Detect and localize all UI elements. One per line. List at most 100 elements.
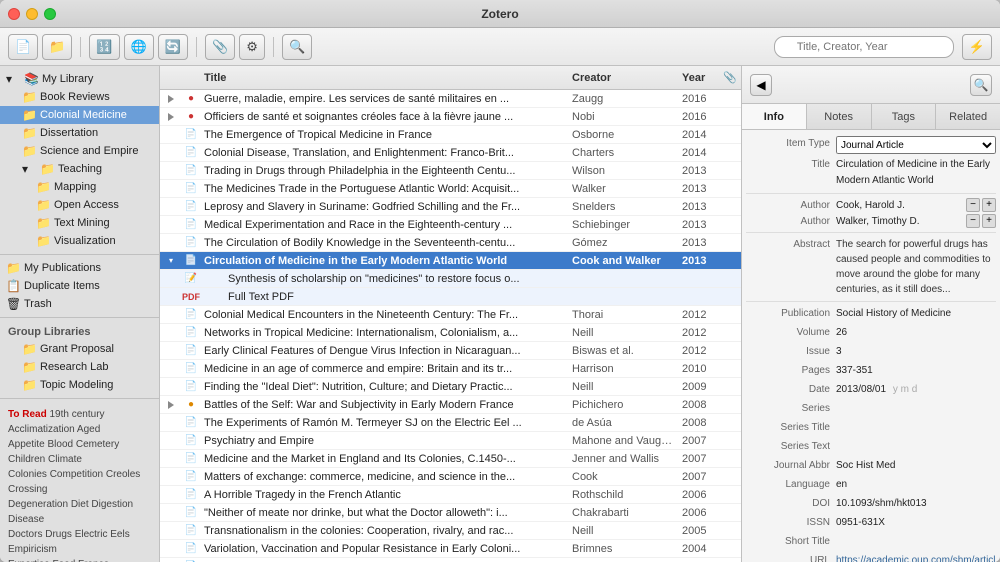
table-row[interactable]: 📄 Networks in Tropical Medicine: Interna… — [160, 324, 741, 342]
tag-digestion[interactable]: Digestion — [91, 499, 133, 510]
table-row[interactable]: 📄 Colonial Medical Encounters in the Nin… — [160, 306, 741, 324]
sidebar-item-visualization[interactable]: 📁 Visualization — [0, 232, 159, 250]
sidebar-item-grant-proposal[interactable]: 📁 Grant Proposal — [0, 340, 159, 358]
tag-disease[interactable]: Disease — [8, 514, 44, 525]
tag-diet[interactable]: Diet — [71, 499, 92, 510]
table-row[interactable]: 📄 Leprosy and Slavery in Suriname: Godfr… — [160, 198, 741, 216]
table-row[interactable]: ● Battles of the Self: War and Subjectiv… — [160, 396, 741, 414]
to-read-tag[interactable]: To Read — [8, 409, 47, 420]
table-row[interactable]: 📄 The Emergence of Tropical Medicine in … — [160, 126, 741, 144]
table-row[interactable]: 📄 Transnationalism in the colonies: Coop… — [160, 522, 741, 540]
tab-related[interactable]: Related — [936, 104, 1000, 129]
sync-button[interactable]: 🔄 — [158, 34, 188, 60]
table-row[interactable]: 📄 Medicine in an age of commerce and emp… — [160, 360, 741, 378]
tag-crossing[interactable]: Crossing — [8, 484, 47, 495]
table-row[interactable]: 📄 Psychiatry and Empire Mahone and Vaugh… — [160, 432, 741, 450]
table-row[interactable]: 📄 The Medicines Trade in the Portuguese … — [160, 180, 741, 198]
maximize-button[interactable] — [44, 8, 56, 20]
table-row[interactable]: 📄 Colonial Disease, Translation, and Enl… — [160, 144, 741, 162]
new-collection-button[interactable]: 📁 — [42, 34, 72, 60]
item-type-select[interactable]: Journal Article — [836, 136, 996, 154]
author-plus-button[interactable]: + — [982, 198, 996, 212]
table-row[interactable]: 📄 Medical Experimentation and Race in th… — [160, 216, 741, 234]
sidebar-item-book-reviews[interactable]: 📁 Book Reviews — [0, 88, 159, 106]
tab-info-label: Info — [764, 111, 784, 123]
tag-appetite[interactable]: Appetite — [8, 439, 47, 450]
table-row[interactable]: 📄 Early Clinical Features of Dengue Viru… — [160, 342, 741, 360]
tag-doctors[interactable]: Doctors — [8, 529, 45, 540]
close-button[interactable] — [8, 8, 20, 20]
sidebar-item-text-mining[interactable]: 📁 Text Mining — [0, 214, 159, 232]
sidebar-item-my-library[interactable]: ▾ 📚 My Library — [0, 70, 159, 88]
search-wrapper: 🔍 — [774, 36, 954, 58]
table-row[interactable]: 📄 Matters of exchange: commerce, medicin… — [160, 468, 741, 486]
detail-back-button[interactable]: ◀ — [750, 74, 772, 96]
locate-button[interactable]: 🔍 — [282, 34, 312, 60]
folder-icon-text-mining: 📁 — [36, 216, 50, 230]
table-row-selected[interactable]: ▾ 📄 Circulation of Medicine in the Early… — [160, 252, 741, 270]
add-by-identifier-button[interactable]: 🔢 — [89, 34, 119, 60]
table-row[interactable]: ● Guerre, maladie, empire. Les services … — [160, 90, 741, 108]
sidebar-item-dissertation[interactable]: 📁 Dissertation — [0, 124, 159, 142]
sidebar-item-research-lab[interactable]: 📁 Research Lab — [0, 358, 159, 376]
tag-degeneration[interactable]: Degeneration — [8, 499, 71, 510]
table-row[interactable]: 📄 Finding the "Ideal Diet": Nutrition, C… — [160, 378, 741, 396]
new-item-button[interactable]: 📄 — [8, 34, 38, 60]
table-row[interactable]: 📄 Trading in Drugs through Philadelphia … — [160, 162, 741, 180]
advanced-search-button[interactable]: ⚡ — [962, 34, 992, 60]
minimize-button[interactable] — [26, 8, 38, 20]
table-row[interactable]: 📝 Synthesis of scholarship on "medicines… — [160, 270, 741, 288]
search-input[interactable] — [774, 36, 954, 58]
author-minus-button[interactable]: − — [966, 198, 980, 212]
journal-abbr-value: Soc Hist Med — [836, 458, 996, 474]
table-row[interactable]: ● Officiers de santé et soignantes créol… — [160, 108, 741, 126]
sidebar-item-trash[interactable]: 🗑 Trash — [0, 295, 159, 313]
table-row[interactable]: PDF Full Text PDF — [160, 288, 741, 306]
sidebar-item-colonial-medicine[interactable]: 📁 Colonial Medicine — [0, 106, 159, 124]
table-row[interactable]: 📄 The Circulation of Bodily Knowledge in… — [160, 234, 741, 252]
table-row[interactable]: 📄 "Neither of meate nor drinke, but what… — [160, 504, 741, 522]
author2-plus-button[interactable]: + — [982, 214, 996, 228]
tag-colonies[interactable]: Colonies — [8, 469, 50, 480]
tab-notes[interactable]: Notes — [807, 104, 872, 129]
tag-acclimatization[interactable]: Acclimatization — [8, 424, 77, 435]
sidebar-item-teaching[interactable]: ▾ 📁 Teaching — [0, 160, 159, 178]
tag-competition[interactable]: Competition — [50, 469, 106, 480]
tag-19th[interactable]: 19th century — [50, 409, 105, 420]
tag-creoles[interactable]: Creoles — [106, 469, 140, 480]
sidebar-item-duplicate-items[interactable]: 📋 Duplicate Items — [0, 277, 159, 295]
sidebar-item-my-publications[interactable]: 📁 My Publications — [0, 259, 159, 277]
header-title-col[interactable]: Title — [200, 72, 568, 84]
header-creator-col[interactable]: Creator — [568, 72, 678, 84]
author2-minus-button[interactable]: − — [966, 214, 980, 228]
sidebar-item-mapping[interactable]: 📁 Mapping — [0, 178, 159, 196]
tag-drugs[interactable]: Drugs — [45, 529, 74, 540]
item-title: Early Clinical Features of Dengue Virus … — [200, 345, 568, 357]
expand-col — [160, 401, 182, 409]
tab-info[interactable]: Info — [742, 104, 807, 129]
type-col: 📄 — [182, 327, 200, 338]
attach-file-button[interactable]: 📎 — [205, 34, 235, 60]
table-row[interactable]: 📄 Medicine and the Market in England and… — [160, 450, 741, 468]
tag-children[interactable]: Children — [8, 454, 48, 465]
tag-empiricism[interactable]: Empiricism — [8, 544, 57, 555]
table-row[interactable]: 📄 A Horrible Tragedy in the French Atlan… — [160, 486, 741, 504]
table-row[interactable]: 📄 "Syphilis, Opiomania, and Pederasty": … — [160, 558, 741, 562]
tag-electric[interactable]: Electric Eels — [75, 529, 130, 540]
sidebar-item-science-empire[interactable]: 📁 Science and Empire — [0, 142, 159, 160]
header-year-col[interactable]: Year — [678, 72, 723, 84]
tag-climate[interactable]: Climate — [48, 454, 82, 465]
tag-aged[interactable]: Aged — [77, 424, 100, 435]
tag-cemetery[interactable]: Cemetery — [76, 439, 119, 450]
issue-value: 3 — [836, 344, 996, 360]
preferences-button[interactable]: ⚙ — [239, 34, 265, 60]
table-row[interactable]: 📄 The Experiments of Ramón M. Termeyer S… — [160, 414, 741, 432]
sidebar-item-topic-modeling[interactable]: 📁 Topic Modeling — [0, 376, 159, 394]
tab-tags[interactable]: Tags — [872, 104, 937, 129]
sidebar-label-my-library: My Library — [42, 73, 153, 85]
detail-locate-button[interactable]: 🔍 — [970, 74, 992, 96]
table-row[interactable]: 📄 Variolation, Vaccination and Popular R… — [160, 540, 741, 558]
tag-blood[interactable]: Blood — [47, 439, 75, 450]
sidebar-item-open-access[interactable]: 📁 Open Access — [0, 196, 159, 214]
add-item-button[interactable]: 🌐 — [124, 34, 154, 60]
